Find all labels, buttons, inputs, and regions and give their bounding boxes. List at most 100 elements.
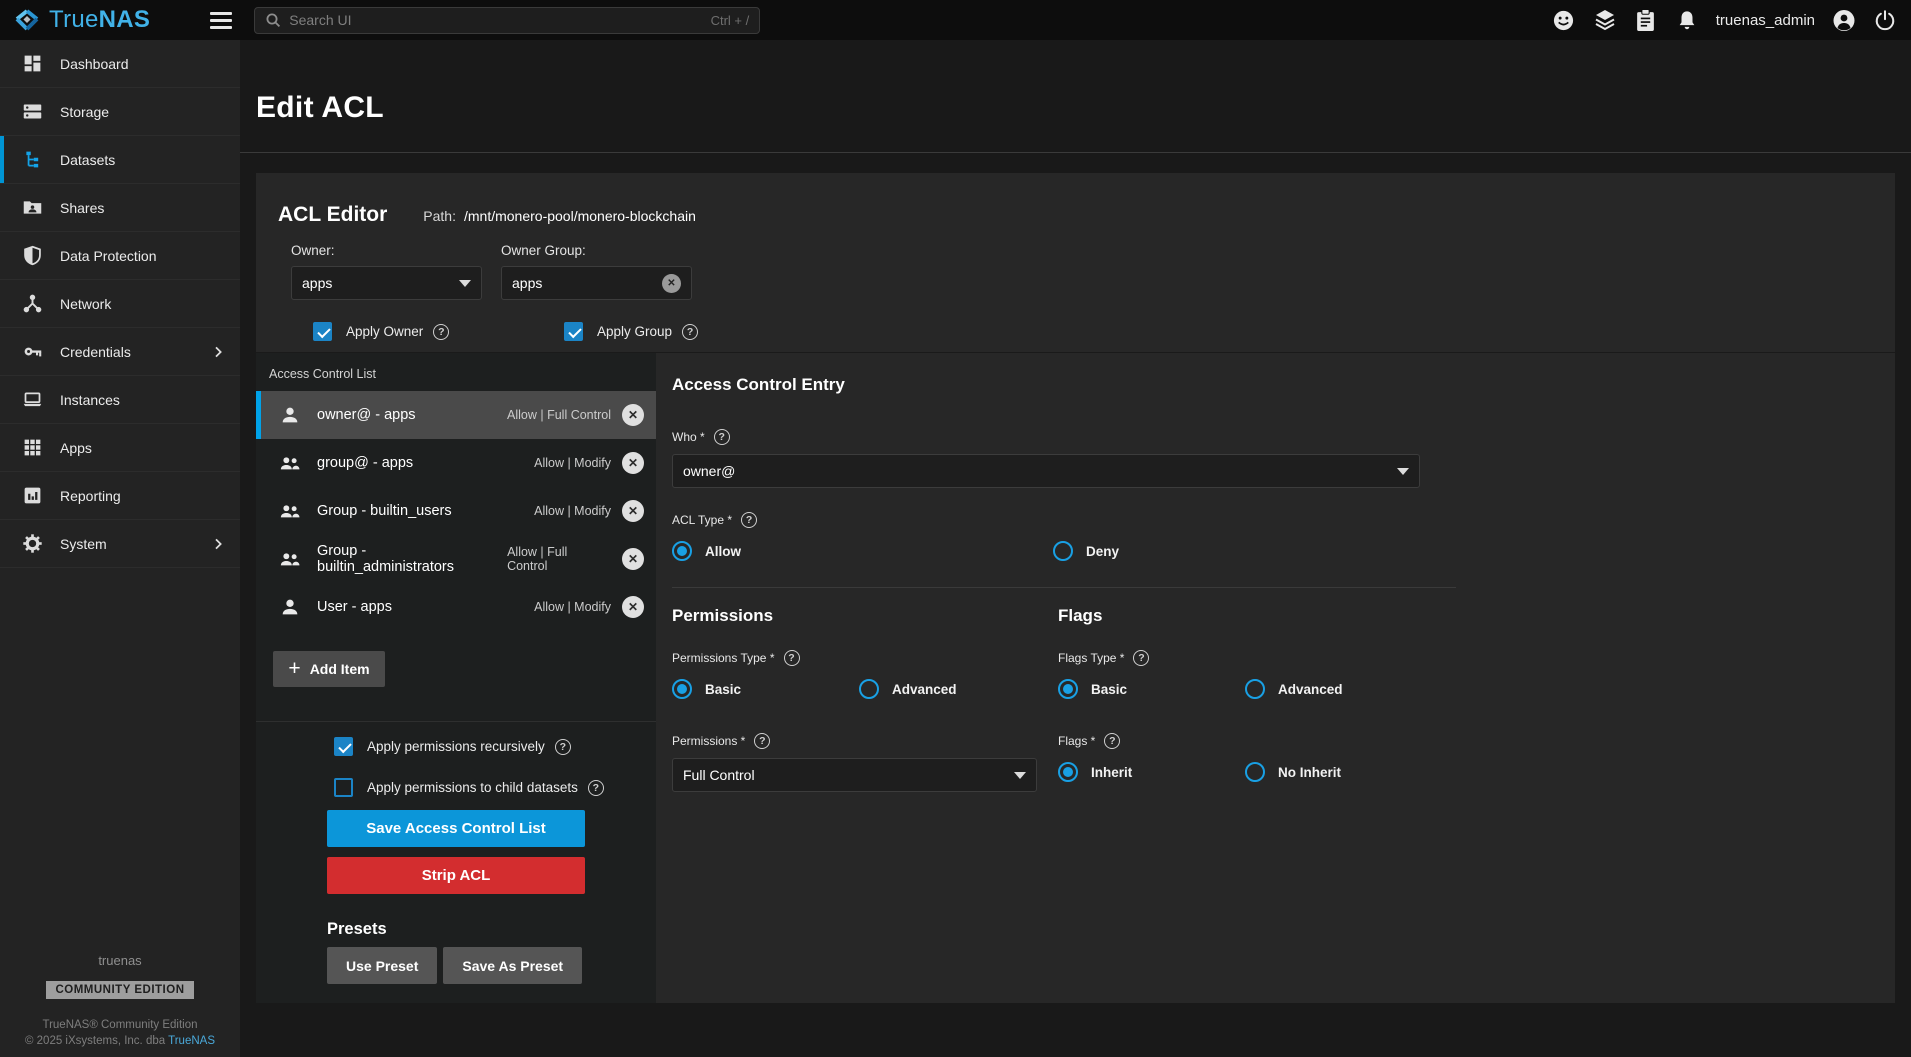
truenas-link[interactable]: TrueNAS — [168, 1035, 215, 1047]
power-icon[interactable] — [1873, 8, 1897, 32]
sidebar: Dashboard Storage Datasets — [0, 40, 240, 1057]
network-icon — [20, 293, 44, 314]
person-icon — [279, 404, 301, 426]
help-icon[interactable] — [1104, 733, 1120, 749]
help-icon[interactable] — [1133, 650, 1149, 666]
radio-inherit[interactable] — [1058, 762, 1078, 782]
child-datasets-checkbox[interactable] — [334, 778, 353, 797]
radio-deny[interactable] — [1053, 541, 1073, 561]
caret-down-icon — [1397, 468, 1409, 475]
permissions-type-advanced-option[interactable]: Advanced — [859, 679, 957, 699]
presets-title: Presets — [327, 920, 656, 939]
strip-acl-button[interactable]: Strip ACL — [327, 857, 585, 894]
delete-ace-icon[interactable] — [622, 404, 644, 426]
jobs-clipboard-icon[interactable] — [1634, 8, 1658, 32]
owner-group-label: Owner Group: — [501, 243, 692, 258]
apply-owner-checkbox[interactable] — [313, 322, 332, 341]
delete-ace-icon[interactable] — [622, 596, 644, 618]
clear-icon[interactable] — [662, 274, 681, 293]
add-item-button[interactable]: + Add Item — [273, 651, 385, 687]
who-select[interactable]: owner@ — [672, 454, 1420, 488]
sidebar-item-data-protection[interactable]: Data Protection — [0, 232, 240, 280]
menu-toggle-icon[interactable] — [210, 12, 232, 29]
acl-entry-row[interactable]: Group - builtin_users Allow | Modify — [256, 487, 656, 535]
owner-group-input[interactable]: apps — [501, 266, 692, 300]
sidebar-item-reporting[interactable]: Reporting — [0, 472, 240, 520]
flags-section: Flags Flags Type * Basic Advanced — [1058, 606, 1877, 792]
main-content: Edit ACL ACL Editor Path: /mnt/monero-po… — [240, 40, 1911, 1057]
sidebar-item-dashboard[interactable]: Dashboard — [0, 40, 240, 88]
bar-chart-icon — [20, 485, 44, 506]
delete-ace-icon[interactable] — [622, 548, 644, 570]
apply-group-row: Apply Group — [564, 322, 698, 341]
help-icon[interactable] — [741, 512, 757, 528]
help-icon[interactable] — [784, 650, 800, 666]
recursive-checkbox[interactable] — [334, 737, 353, 756]
sidebar-item-network[interactable]: Network — [0, 280, 240, 328]
alerts-bell-icon[interactable] — [1675, 8, 1699, 32]
acl-type-allow-option[interactable]: Allow — [672, 541, 1053, 561]
help-icon[interactable] — [433, 324, 449, 340]
caret-down-icon — [1014, 772, 1026, 779]
section-divider — [672, 587, 1456, 588]
search-placeholder: Search UI — [289, 12, 702, 28]
flags-type-basic-option[interactable]: Basic — [1058, 679, 1245, 699]
radio-basic[interactable] — [1058, 679, 1078, 699]
sidebar-item-system[interactable]: System — [0, 520, 240, 568]
help-icon[interactable] — [754, 733, 770, 749]
radio-allow[interactable] — [672, 541, 692, 561]
permissions-select[interactable]: Full Control — [672, 758, 1037, 792]
sidebar-footer: truenas COMMUNITY EDITION TrueNAS® Commu… — [0, 953, 240, 1047]
help-icon[interactable] — [714, 429, 730, 445]
save-as-preset-button[interactable]: Save As Preset — [443, 947, 582, 984]
acl-entry-row[interactable]: Group - builtin_administrators Allow | F… — [256, 535, 656, 583]
acl-entry-row[interactable]: owner@ - apps Allow | Full Control — [256, 391, 656, 439]
acl-type-label: ACL Type * — [672, 512, 1877, 528]
acl-type-field: ACL Type * Allow Deny — [672, 512, 1877, 561]
radio-advanced[interactable] — [1245, 679, 1265, 699]
sidebar-item-instances[interactable]: Instances — [0, 376, 240, 424]
delete-ace-icon[interactable] — [622, 452, 644, 474]
help-icon[interactable] — [682, 324, 698, 340]
sidebar-item-apps[interactable]: Apps — [0, 424, 240, 472]
chevron-right-icon — [210, 536, 226, 552]
feedback-smiley-icon[interactable] — [1552, 8, 1576, 32]
radio-basic[interactable] — [672, 679, 692, 699]
radio-no-inherit[interactable] — [1245, 762, 1265, 782]
key-icon — [20, 341, 44, 362]
flags-type-advanced-option[interactable]: Advanced — [1245, 679, 1343, 699]
save-acl-button[interactable]: Save Access Control List — [327, 810, 585, 847]
use-preset-button[interactable]: Use Preset — [327, 947, 437, 984]
plus-icon: + — [288, 658, 300, 679]
owner-select[interactable]: apps — [291, 266, 482, 300]
search-input[interactable]: Search UI Ctrl + / — [254, 7, 760, 34]
flags-no-inherit-option[interactable]: No Inherit — [1245, 762, 1341, 782]
radio-advanced[interactable] — [859, 679, 879, 699]
user-avatar-icon[interactable] — [1832, 8, 1856, 32]
flags-inherit-option[interactable]: Inherit — [1058, 762, 1245, 782]
permissions-type-basic-option[interactable]: Basic — [672, 679, 859, 699]
group-icon — [279, 548, 301, 570]
acl-editor-card: ACL Editor Path: /mnt/monero-pool/monero… — [256, 173, 1895, 1003]
topbar-actions: truenas_admin — [1552, 8, 1897, 32]
help-icon[interactable] — [555, 739, 571, 755]
dashboard-icon — [20, 53, 44, 74]
truecommand-stack-icon[interactable] — [1593, 8, 1617, 32]
acl-type-deny-option[interactable]: Deny — [1053, 541, 1119, 561]
caret-down-icon — [459, 280, 471, 287]
ace-title: Access Control Entry — [672, 375, 1877, 395]
sidebar-item-shares[interactable]: Shares — [0, 184, 240, 232]
truenas-logo[interactable]: TrueNAS — [14, 6, 150, 34]
delete-ace-icon[interactable] — [622, 500, 644, 522]
apply-group-checkbox[interactable] — [564, 322, 583, 341]
recursive-row: Apply permissions recursively — [334, 737, 656, 756]
sidebar-item-credentials[interactable]: Credentials — [0, 328, 240, 376]
gear-icon — [20, 533, 44, 554]
page-title: Edit ACL — [256, 92, 1911, 124]
acl-entry-row[interactable]: User - apps Allow | Modify — [256, 583, 656, 631]
sidebar-item-storage[interactable]: Storage — [0, 88, 240, 136]
acl-entry-row[interactable]: group@ - apps Allow | Modify — [256, 439, 656, 487]
search-icon — [265, 12, 281, 28]
sidebar-item-datasets[interactable]: Datasets — [0, 136, 240, 184]
help-icon[interactable] — [588, 780, 604, 796]
